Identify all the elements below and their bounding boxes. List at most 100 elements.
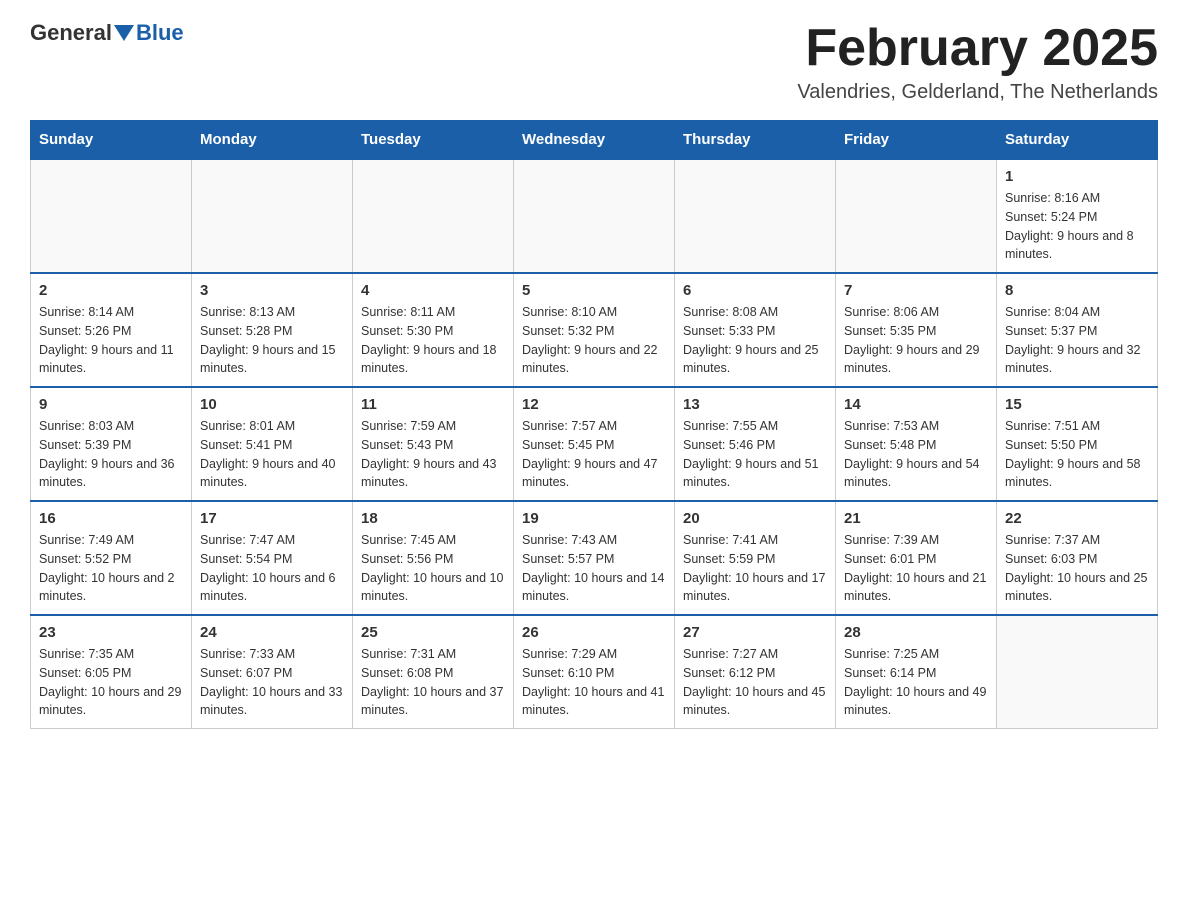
day-number: 2 (39, 282, 183, 299)
calendar-cell: 9 Sunrise: 8:03 AMSunset: 5:39 PMDaylight… (31, 387, 192, 501)
day-number: 18 (361, 510, 505, 527)
day-info: Sunrise: 8:14 AMSunset: 5:26 PMDaylight:… (39, 303, 183, 378)
day-info: Sunrise: 8:11 AMSunset: 5:30 PMDaylight:… (361, 303, 505, 378)
logo-area: General Blue (30, 20, 184, 46)
day-number: 9 (39, 396, 183, 413)
calendar-cell: 4 Sunrise: 8:11 AMSunset: 5:30 PMDaylight… (353, 273, 514, 387)
calendar-cell: 28 Sunrise: 7:25 AMSunset: 6:14 PMDayligh… (836, 615, 997, 729)
month-title: February 2025 (797, 20, 1158, 77)
week-row-3: 9 Sunrise: 8:03 AMSunset: 5:39 PMDaylight… (31, 387, 1158, 501)
day-info: Sunrise: 7:41 AMSunset: 5:59 PMDaylight:… (683, 531, 827, 606)
day-info: Sunrise: 8:13 AMSunset: 5:28 PMDaylight:… (200, 303, 344, 378)
calendar-cell (836, 159, 997, 273)
week-row-1: 1 Sunrise: 8:16 AMSunset: 5:24 PMDaylight… (31, 159, 1158, 273)
day-info: Sunrise: 7:31 AMSunset: 6:08 PMDaylight:… (361, 645, 505, 720)
calendar-cell: 12 Sunrise: 7:57 AMSunset: 5:45 PMDayligh… (514, 387, 675, 501)
day-number: 20 (683, 510, 827, 527)
day-info: Sunrise: 7:47 AMSunset: 5:54 PMDaylight:… (200, 531, 344, 606)
day-info: Sunrise: 7:53 AMSunset: 5:48 PMDaylight:… (844, 417, 988, 492)
day-number: 8 (1005, 282, 1149, 299)
logo-general-text: General (30, 20, 112, 46)
weekday-header-sunday: Sunday (31, 121, 192, 160)
calendar-cell: 1 Sunrise: 8:16 AMSunset: 5:24 PMDaylight… (997, 159, 1158, 273)
calendar-cell (675, 159, 836, 273)
calendar-cell (31, 159, 192, 273)
day-number: 26 (522, 624, 666, 641)
day-number: 5 (522, 282, 666, 299)
day-number: 7 (844, 282, 988, 299)
calendar-cell: 27Sunrise: 7:27 AMSunset: 6:12 PMDayligh… (675, 615, 836, 729)
calendar-cell: 3 Sunrise: 8:13 AMSunset: 5:28 PMDaylight… (192, 273, 353, 387)
calendar-cell: 17 Sunrise: 7:47 AMSunset: 5:54 PMDayligh… (192, 501, 353, 615)
day-info: Sunrise: 7:29 AMSunset: 6:10 PMDaylight:… (522, 645, 666, 720)
day-number: 4 (361, 282, 505, 299)
day-info: Sunrise: 7:49 AMSunset: 5:52 PMDaylight:… (39, 531, 183, 606)
calendar-cell: 18 Sunrise: 7:45 AMSunset: 5:56 PMDayligh… (353, 501, 514, 615)
calendar-cell: 16Sunrise: 7:49 AMSunset: 5:52 PMDayligh… (31, 501, 192, 615)
day-number: 13 (683, 396, 827, 413)
day-number: 25 (361, 624, 505, 641)
weekday-header-friday: Friday (836, 121, 997, 160)
calendar-cell: 23Sunrise: 7:35 AMSunset: 6:05 PMDayligh… (31, 615, 192, 729)
calendar-cell (514, 159, 675, 273)
day-number: 3 (200, 282, 344, 299)
day-number: 24 (200, 624, 344, 641)
week-row-5: 23Sunrise: 7:35 AMSunset: 6:05 PMDayligh… (31, 615, 1158, 729)
header: General Blue February 2025 Valendries, G… (30, 20, 1158, 104)
calendar-cell: 22 Sunrise: 7:37 AMSunset: 6:03 PMDayligh… (997, 501, 1158, 615)
calendar-cell: 11 Sunrise: 7:59 AMSunset: 5:43 PMDayligh… (353, 387, 514, 501)
week-row-2: 2 Sunrise: 8:14 AMSunset: 5:26 PMDaylight… (31, 273, 1158, 387)
logo-triangle-icon (114, 25, 134, 41)
calendar-cell: 21 Sunrise: 7:39 AMSunset: 6:01 PMDayligh… (836, 501, 997, 615)
day-info: Sunrise: 8:01 AMSunset: 5:41 PMDaylight:… (200, 417, 344, 492)
weekday-header-saturday: Saturday (997, 121, 1158, 160)
day-info: Sunrise: 7:45 AMSunset: 5:56 PMDaylight:… (361, 531, 505, 606)
calendar-cell: 19Sunrise: 7:43 AMSunset: 5:57 PMDayligh… (514, 501, 675, 615)
day-info: Sunrise: 7:37 AMSunset: 6:03 PMDaylight:… (1005, 531, 1149, 606)
day-info: Sunrise: 7:33 AMSunset: 6:07 PMDaylight:… (200, 645, 344, 720)
calendar-cell: 14 Sunrise: 7:53 AMSunset: 5:48 PMDayligh… (836, 387, 997, 501)
day-info: Sunrise: 8:03 AMSunset: 5:39 PMDaylight:… (39, 417, 183, 492)
weekday-header-row: SundayMondayTuesdayWednesdayThursdayFrid… (31, 121, 1158, 160)
day-info: Sunrise: 7:57 AMSunset: 5:45 PMDaylight:… (522, 417, 666, 492)
week-row-4: 16Sunrise: 7:49 AMSunset: 5:52 PMDayligh… (31, 501, 1158, 615)
calendar-cell: 8 Sunrise: 8:04 AMSunset: 5:37 PMDaylight… (997, 273, 1158, 387)
calendar-cell: 15Sunrise: 7:51 AMSunset: 5:50 PMDayligh… (997, 387, 1158, 501)
day-number: 6 (683, 282, 827, 299)
weekday-header-wednesday: Wednesday (514, 121, 675, 160)
weekday-header-monday: Monday (192, 121, 353, 160)
day-number: 12 (522, 396, 666, 413)
calendar-cell: 25 Sunrise: 7:31 AMSunset: 6:08 PMDayligh… (353, 615, 514, 729)
day-number: 1 (1005, 168, 1149, 185)
day-info: Sunrise: 8:06 AMSunset: 5:35 PMDaylight:… (844, 303, 988, 378)
day-number: 14 (844, 396, 988, 413)
logo-blue-text: Blue (136, 20, 184, 46)
day-info: Sunrise: 8:04 AMSunset: 5:37 PMDaylight:… (1005, 303, 1149, 378)
calendar-cell: 13 Sunrise: 7:55 AMSunset: 5:46 PMDayligh… (675, 387, 836, 501)
calendar-cell: 10 Sunrise: 8:01 AMSunset: 5:41 PMDayligh… (192, 387, 353, 501)
day-info: Sunrise: 7:25 AMSunset: 6:14 PMDaylight:… (844, 645, 988, 720)
day-info: Sunrise: 7:59 AMSunset: 5:43 PMDaylight:… (361, 417, 505, 492)
title-area: February 2025 Valendries, Gelderland, Th… (797, 20, 1158, 104)
calendar-cell: 2 Sunrise: 8:14 AMSunset: 5:26 PMDaylight… (31, 273, 192, 387)
day-number: 21 (844, 510, 988, 527)
day-number: 17 (200, 510, 344, 527)
calendar-cell: 24 Sunrise: 7:33 AMSunset: 6:07 PMDayligh… (192, 615, 353, 729)
day-number: 22 (1005, 510, 1149, 527)
calendar-cell: 26 Sunrise: 7:29 AMSunset: 6:10 PMDayligh… (514, 615, 675, 729)
day-number: 27 (683, 624, 827, 641)
day-number: 23 (39, 624, 183, 641)
weekday-header-tuesday: Tuesday (353, 121, 514, 160)
calendar-cell: 6Sunrise: 8:08 AMSunset: 5:33 PMDaylight… (675, 273, 836, 387)
calendar-cell (997, 615, 1158, 729)
weekday-header-thursday: Thursday (675, 121, 836, 160)
day-number: 11 (361, 396, 505, 413)
day-info: Sunrise: 8:16 AMSunset: 5:24 PMDaylight:… (1005, 189, 1149, 264)
day-number: 28 (844, 624, 988, 641)
calendar-cell: 7 Sunrise: 8:06 AMSunset: 5:35 PMDaylight… (836, 273, 997, 387)
calendar-header: SundayMondayTuesdayWednesdayThursdayFrid… (31, 121, 1158, 160)
calendar-cell (353, 159, 514, 273)
day-info: Sunrise: 7:39 AMSunset: 6:01 PMDaylight:… (844, 531, 988, 606)
day-number: 10 (200, 396, 344, 413)
day-info: Sunrise: 7:55 AMSunset: 5:46 PMDaylight:… (683, 417, 827, 492)
